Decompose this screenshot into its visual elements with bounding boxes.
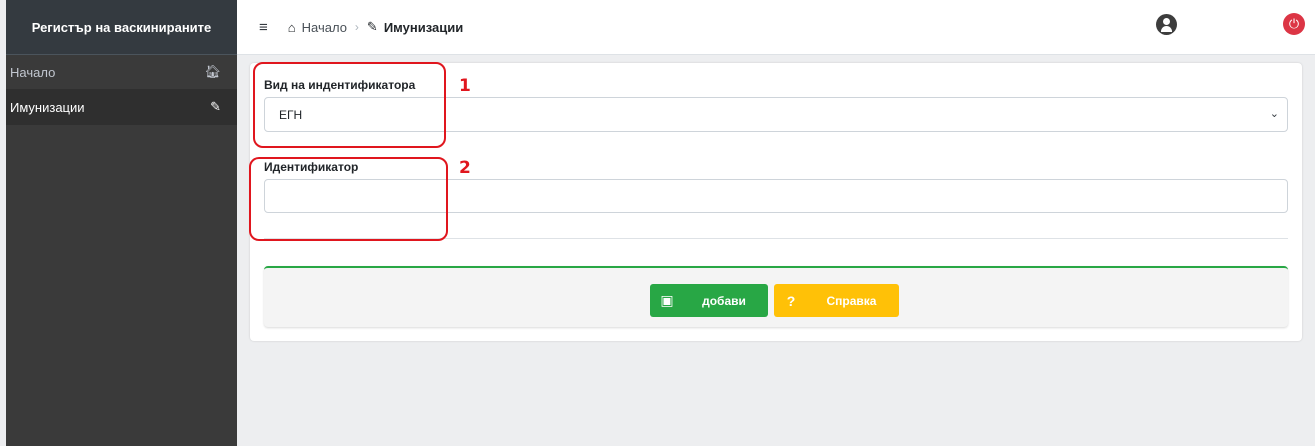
syringe-icon: ✎ <box>210 99 221 114</box>
app-brand[interactable]: Регистър на васкинираните <box>6 0 237 55</box>
menu-toggle-icon[interactable]: ≡ <box>259 19 268 36</box>
annotation-number-2: 2 <box>459 158 471 178</box>
breadcrumb-home[interactable]: Начало <box>302 20 347 35</box>
sidebar: Регистър на васкинираните Начало 🏠︎ Имун… <box>6 0 237 446</box>
sidebar-item-home[interactable]: Начало 🏠︎ <box>6 55 237 89</box>
action-bar: ▣ добави ? Справка <box>264 266 1288 327</box>
annotation-box-1 <box>253 62 446 148</box>
home-icon: ⌂ <box>287 19 296 35</box>
chevron-down-icon: ⌄ <box>1269 108 1279 120</box>
user-account-icon[interactable] <box>1156 14 1177 35</box>
sidebar-item-label: Имунизации <box>10 99 85 115</box>
breadcrumb: ⌂ Начало › ✎ Имунизации <box>288 19 463 35</box>
annotation-number-1: 1 <box>459 76 471 96</box>
top-bar: ≡ ⌂ Начало › ✎ Имунизации ⏻ <box>237 0 1315 55</box>
power-logout-icon[interactable]: ⏻ <box>1283 13 1305 35</box>
breadcrumb-current: Имунизации <box>383 19 464 35</box>
save-icon: ▣ <box>660 292 674 308</box>
sidebar-item-label: Начало <box>10 64 56 80</box>
question-icon: ? <box>786 292 796 309</box>
annotation-box-2 <box>249 157 448 241</box>
syringe-icon: ✎ <box>366 19 378 34</box>
add-button[interactable]: ▣ добави <box>650 284 768 317</box>
sidebar-item-immunizations[interactable]: Имунизации ✎ <box>6 89 237 125</box>
chevron-right-icon: › <box>354 20 359 34</box>
home-icon: 🏠︎ <box>204 64 221 79</box>
help-button[interactable]: ? Справка <box>774 284 899 317</box>
